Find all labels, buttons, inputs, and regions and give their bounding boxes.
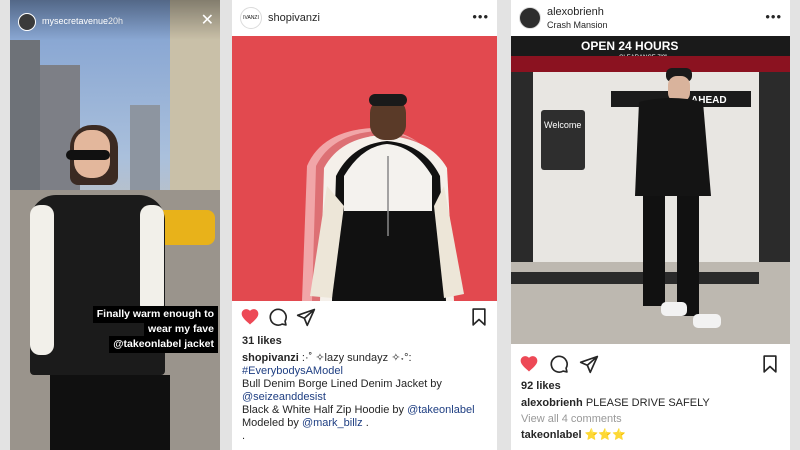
photo-illustration: OPEN 24 HOURS CLEARANCE 7'0" Welcome AHE… (511, 36, 790, 344)
post-header: IVANZI shopivanzi ••• (232, 0, 497, 36)
caption-text: :·˚ ✧lazy sundayz ✧˖°: (301, 352, 412, 364)
post-card: alexobrienh Crash Mansion ••• OPEN 24 HO… (511, 0, 790, 450)
caption-text: PLEASE DRIVE SAFELY (585, 397, 710, 409)
story-panel[interactable]: mysecretavenue 20h ✕ Finally warm enough… (10, 0, 220, 450)
mention-link[interactable]: @mark_billz (302, 417, 363, 429)
caption-text: Modeled by (242, 417, 299, 429)
avatar[interactable] (18, 13, 36, 31)
share-icon[interactable] (579, 354, 599, 374)
hashtag-link[interactable]: #EverybodysAModel (242, 365, 492, 378)
avatar[interactable] (519, 7, 541, 29)
post-header: alexobrienh Crash Mansion ••• (511, 0, 790, 36)
bookmark-icon[interactable] (469, 307, 489, 327)
caption-line: Bull Denim Borge Lined Denim Jacket by (242, 378, 442, 390)
caption-text: . (365, 417, 369, 429)
story-username[interactable]: mysecretavenue (42, 16, 108, 26)
heart-icon[interactable] (240, 307, 260, 327)
more-options-icon[interactable]: ••• (472, 9, 489, 24)
caption-line: Black & White Half Zip Hoodie by @takeon… (242, 404, 492, 417)
caption-username[interactable]: shopivanzi (242, 352, 299, 364)
story-time: 20h (108, 16, 124, 26)
building (10, 40, 40, 200)
share-icon[interactable] (296, 307, 316, 327)
more-options-icon[interactable]: ••• (765, 9, 782, 24)
comment-text: ⭐⭐⭐ (584, 429, 626, 441)
comment-icon[interactable] (549, 354, 569, 374)
bookmark-icon[interactable] (760, 354, 780, 374)
mention-link[interactable]: @seizeanddesist (242, 391, 492, 404)
photo-sign: Welcome (544, 120, 581, 130)
caption-text: Black & White Half Zip Hoodie by (242, 404, 405, 416)
photo-illustration (232, 36, 497, 301)
jacket-sleeve (30, 205, 54, 355)
post-username[interactable]: shopivanzi (268, 12, 320, 24)
story-caption-line: @takeonlabel jacket (109, 336, 218, 353)
likes-count[interactable]: 31 likes (242, 335, 282, 347)
caption-line: Modeled by @mark_billz . (242, 417, 492, 430)
post-actions (511, 350, 790, 378)
pants (50, 375, 170, 450)
post-actions (232, 303, 497, 331)
photo-sign: OPEN 24 HOURS (581, 39, 678, 53)
sunglasses (66, 150, 110, 160)
post-card: IVANZI shopivanzi ••• 31 likes shopivanz… (232, 0, 497, 450)
likes-count[interactable]: 92 likes (521, 380, 561, 392)
comment-username[interactable]: takeonlabel (521, 429, 582, 441)
post-photo[interactable]: OPEN 24 HOURS CLEARANCE 7'0" Welcome AHE… (511, 36, 790, 344)
comment-icon[interactable] (268, 307, 288, 327)
post-location[interactable]: Crash Mansion (547, 20, 608, 30)
post-username[interactable]: alexobrienh (547, 6, 604, 18)
caption-line: alexobrienh PLEASE DRIVE SAFELY (521, 397, 771, 410)
avatar-logo: IVANZI (243, 15, 259, 21)
close-icon[interactable]: ✕ (201, 10, 214, 30)
caption-line: . (242, 430, 246, 442)
caption-username[interactable]: alexobrienh (521, 397, 583, 409)
caption-line: shopivanzi :·˚ ✧lazy sundayz ✧˖°: (242, 352, 492, 365)
avatar[interactable]: IVANZI (240, 7, 262, 29)
comment-line: takeonlabel ⭐⭐⭐ (521, 429, 771, 442)
jacket-sleeve (140, 205, 164, 315)
heart-icon[interactable] (519, 354, 539, 374)
mention-link[interactable]: @takeonlabel (407, 404, 474, 416)
building (130, 105, 160, 195)
view-comments-link[interactable]: View all 4 comments (521, 413, 771, 426)
post-photo[interactable] (232, 36, 497, 301)
